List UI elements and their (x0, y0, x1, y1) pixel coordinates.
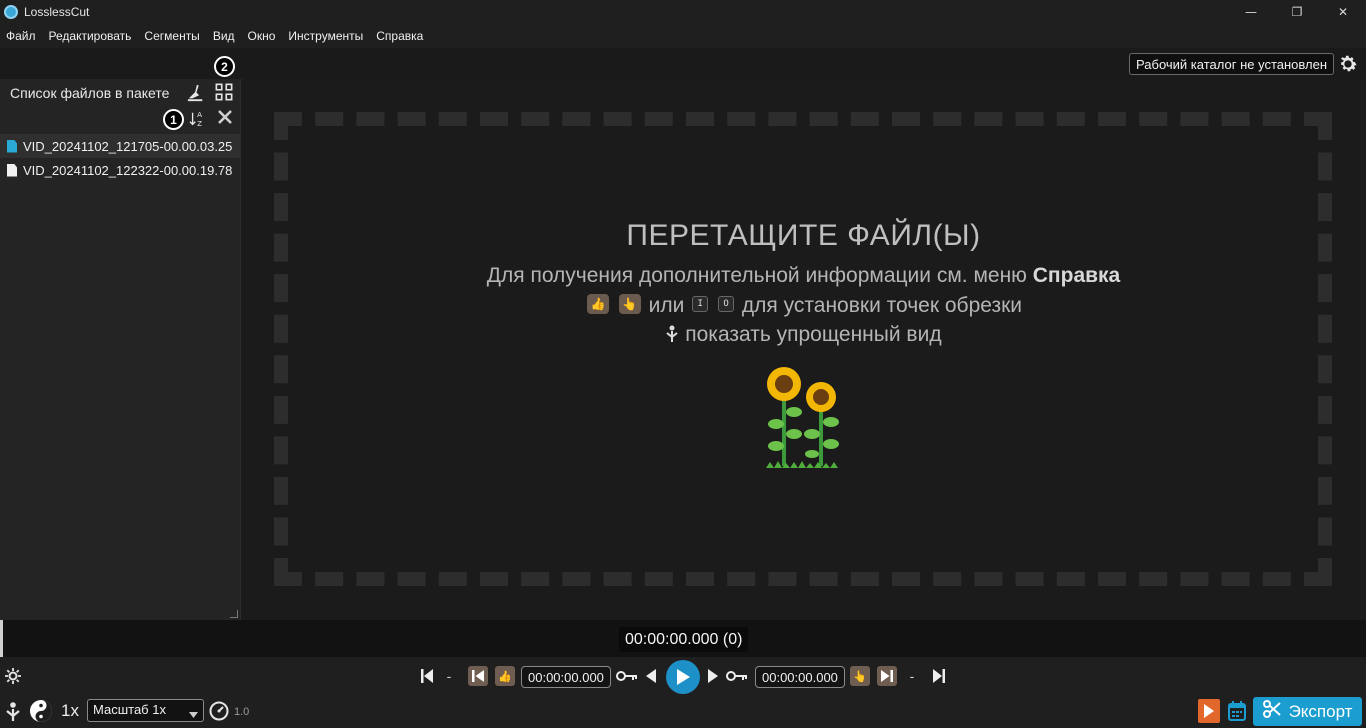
player-area[interactable]: ПЕРЕТАЩИТЕ ФАЙЛ(Ы) Для получения дополни… (241, 79, 1366, 620)
sunflower-illustration (764, 364, 844, 479)
simple-view-icon (665, 323, 685, 346)
help-hint: Для получения дополнительной информации … (241, 264, 1366, 288)
play-button[interactable] (666, 660, 700, 694)
settings-sun-icon[interactable] (4, 667, 22, 685)
jump-to-cut-end-icon[interactable] (877, 666, 897, 686)
simple-view-hint[interactable]: показать упрощенный вид (241, 323, 1366, 347)
zoom-select-value: Масштаб 1x (93, 702, 166, 717)
jump-to-cut-start-icon[interactable] (468, 666, 488, 686)
speedometer-icon[interactable] (209, 701, 229, 721)
playback-speed[interactable]: 1x (61, 700, 79, 722)
simple-view-text: показать упрощенный вид (685, 323, 942, 346)
drop-title: ПЕРЕТАЩИТЕ ФАЙЛ(Ы) (626, 219, 981, 252)
broom-clean-icon[interactable] (187, 84, 205, 105)
svg-text:Z: Z (197, 119, 202, 128)
window-controls: — ❐ ✕ (1228, 0, 1366, 23)
file-name: VID_20241102_122322-00.00.19.78 (23, 162, 233, 178)
menu-tools[interactable]: Инструменты (288, 29, 363, 43)
separator-dash: - (909, 668, 915, 684)
yin-yang-icon[interactable] (29, 699, 53, 723)
menu-window[interactable]: Окно (248, 29, 276, 43)
help-menu-link: Справка (1032, 264, 1121, 287)
batch-file-list-panel: Список файлов в пакете 2 1 AZ VID_202411… (0, 56, 241, 620)
close-button[interactable]: ✕ (1320, 0, 1366, 23)
keyframe-next-key-icon[interactable] (726, 667, 748, 685)
chevron-down-icon (189, 706, 198, 721)
zoom-select[interactable]: Масштаб 1x (87, 699, 204, 722)
export-button[interactable]: Экспорт (1253, 697, 1362, 726)
menu-edit[interactable]: Редактировать (49, 29, 132, 43)
cut-end-time-input[interactable]: 00:00:00.000 (755, 666, 845, 688)
callout-badge-2: 2 (214, 56, 235, 77)
working-directory-button[interactable]: Рабочий каталог не установлен (1129, 53, 1334, 75)
calendar-icon[interactable] (1227, 699, 1247, 723)
set-start-hand-icon: 👍 (586, 294, 609, 315)
simple-mode-icon[interactable] (4, 701, 22, 723)
resize-grip[interactable] (230, 610, 238, 618)
sort-alpha-icon[interactable]: AZ (189, 110, 207, 131)
keyframe-key-icon[interactable] (616, 667, 638, 685)
separator-dash: - (446, 668, 452, 684)
export-mode-icon[interactable] (1198, 699, 1220, 723)
minimize-button[interactable]: — (1228, 0, 1274, 23)
step-back-icon[interactable] (645, 667, 657, 685)
cut-start-time-input[interactable]: 00:00:00.000 (521, 666, 611, 688)
file-list-item[interactable]: VID_20241102_121705-00.00.03.25 (0, 134, 240, 158)
file-icon (7, 139, 17, 153)
or-text: или (648, 294, 685, 317)
jump-to-end-icon[interactable] (931, 667, 947, 685)
title-bar: LosslessCut — ❐ ✕ (0, 0, 1366, 23)
cut-points-hint: 👍 👆 или I O для установки точек обрезки (241, 294, 1366, 318)
menu-segments[interactable]: Сегменты (144, 29, 199, 43)
menu-view[interactable]: Вид (213, 29, 235, 43)
zoom-value: 1.0 (234, 706, 250, 718)
maximize-button[interactable]: ❐ (1274, 0, 1320, 23)
merge-files-icon[interactable] (215, 83, 233, 104)
set-end-hand-icon: 👆 (618, 294, 641, 315)
key-i: I (692, 296, 709, 313)
svg-text:A: A (197, 110, 202, 119)
jump-to-start-icon[interactable] (419, 667, 435, 685)
set-cut-end-icon[interactable]: 👆 (850, 666, 870, 686)
step-forward-icon[interactable] (707, 667, 719, 685)
settings-gear-icon[interactable] (1337, 53, 1359, 75)
export-label: Экспорт (1288, 701, 1353, 721)
current-time-display: 00:00:00.000 (0) (619, 627, 749, 652)
menu-help[interactable]: Справка (376, 29, 423, 43)
close-batch-icon[interactable] (217, 109, 233, 128)
help-hint-text: Для получения дополнительной информации … (486, 264, 1033, 287)
file-name: VID_20241102_121705-00.00.03.25 (23, 138, 233, 154)
callout-badge-1: 1 (163, 109, 184, 130)
file-list-item[interactable]: VID_20241102_122322-00.00.19.78 (0, 158, 240, 182)
window-title: LosslessCut (24, 4, 90, 19)
batch-list-title: Список файлов в пакете (10, 85, 170, 101)
cut-points-text: для установки точек обрезки (741, 294, 1023, 317)
file-icon (7, 163, 17, 177)
drop-zone[interactable] (274, 112, 1332, 586)
menu-bar: Файл Редактировать Сегменты Вид Окно Инс… (0, 23, 1366, 48)
menu-file[interactable]: Файл (6, 29, 36, 43)
app-logo-icon (4, 4, 18, 19)
scissors-icon (1262, 700, 1281, 723)
set-cut-start-icon[interactable]: 👍 (495, 666, 515, 686)
key-o: O (718, 296, 735, 313)
